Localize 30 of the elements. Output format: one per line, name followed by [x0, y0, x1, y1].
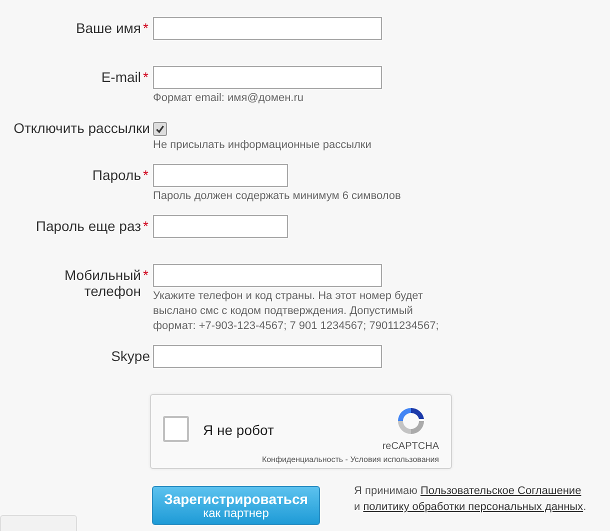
password-field[interactable]	[153, 215, 288, 238]
user-agreement-link[interactable]: Пользовательское Соглашение	[420, 485, 582, 497]
input-field[interactable]	[153, 66, 382, 89]
captcha-footer: Конфиденциальность - Условия использования	[262, 455, 439, 464]
captcha-label: Я не робот	[203, 422, 274, 438]
field-label: Мобильный телефон	[64, 267, 141, 299]
field-label: E-mail	[101, 69, 141, 85]
password-field[interactable]	[153, 164, 288, 187]
field-label: Пароль	[92, 167, 141, 183]
agreement-text: Я принимаю Пользовательское Соглашение и политику обработки персональных данных.	[354, 484, 586, 515]
required-mark: *	[143, 167, 150, 183]
field-label: Пароль еще раз	[36, 218, 141, 234]
input-field[interactable]	[153, 345, 382, 368]
field-hint: Не присылать информационные рассылки	[153, 138, 372, 153]
captcha-checkbox[interactable]	[163, 416, 189, 442]
checkbox[interactable]	[153, 122, 167, 136]
field-hint: Укажите телефон и код страны. На этот номер будет выслано смс с кодом подтверждения. Допустимый формат: +7-903-123-4567; 7 901 1234567; 79011234567;	[153, 289, 440, 334]
input-field[interactable]	[153, 17, 382, 40]
privacy-policy-link[interactable]: политику обработки персональных данных	[363, 501, 584, 513]
field-hint: Формат email: имя@домен.ru	[153, 91, 304, 106]
field-label: Ваше имя	[76, 20, 141, 36]
required-mark: *	[143, 218, 150, 234]
field-label: Отключить рассылки	[14, 120, 150, 136]
captcha-brand: reCAPTCHA	[382, 441, 439, 452]
input-field[interactable]	[153, 264, 382, 287]
required-mark: *	[143, 20, 150, 36]
field-label: Skype	[111, 348, 150, 364]
required-mark: *	[143, 69, 150, 85]
field-hint: Пароль должен содержать минимум 6 символов	[153, 189, 402, 204]
required-mark: *	[143, 267, 150, 283]
